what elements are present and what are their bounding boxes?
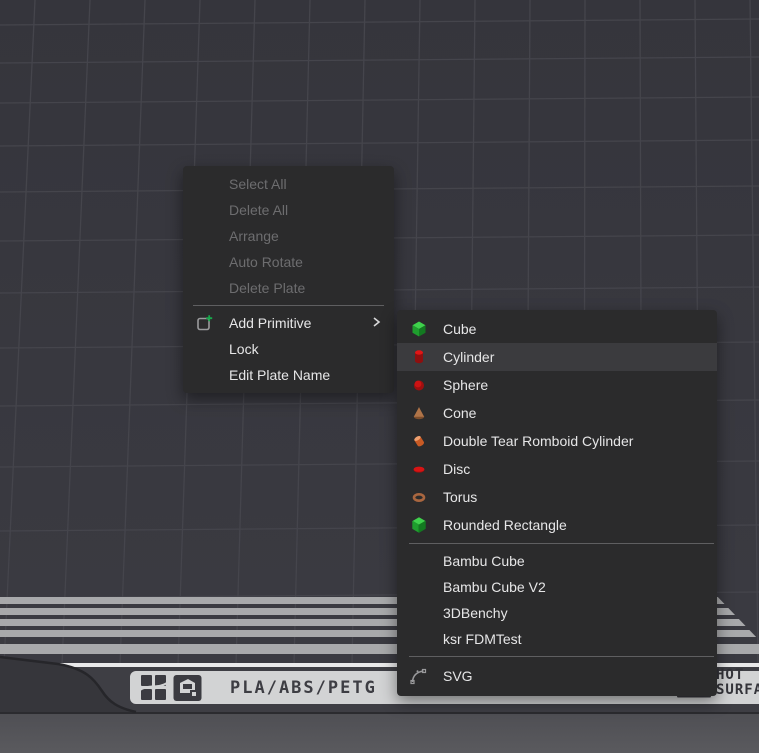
submenu-item-label: Torus	[443, 489, 477, 505]
submenu-chevron-icon	[370, 315, 382, 331]
sphere-icon	[409, 375, 429, 395]
add-primitive-submenu: Cube Cylinder Sphere	[397, 310, 717, 696]
submenu-item-double-tear-romboid-cylinder[interactable]: Double Tear Romboid Cylinder	[397, 427, 717, 455]
viewport-floor	[0, 712, 759, 753]
submenu-item-label: SVG	[443, 668, 473, 684]
menu-item-label: Auto Rotate	[229, 254, 303, 270]
hot-surface-line1: HOT	[716, 668, 759, 683]
submenu-item-label: 3DBenchy	[443, 605, 508, 621]
menu-item-add-primitive[interactable]: Add Primitive	[183, 310, 394, 336]
menu-item-label: Delete All	[229, 202, 288, 218]
torus-icon	[409, 487, 429, 507]
submenu-item-label: Disc	[443, 461, 470, 477]
menu-item-label: Select All	[229, 176, 287, 192]
menu-item-delete-all[interactable]: Delete All	[183, 197, 394, 223]
romboid-cylinder-icon	[409, 431, 429, 451]
plate-material-label: PLA/ABS/PETG	[230, 678, 377, 698]
menu-item-label: Arrange	[229, 228, 279, 244]
submenu-item-3dbenchy[interactable]: 3DBenchy	[397, 600, 717, 626]
submenu-item-torus[interactable]: Torus	[397, 483, 717, 511]
submenu-item-label: Bambu Cube V2	[443, 579, 546, 595]
submenu-item-svg[interactable]: SVG	[397, 661, 717, 691]
menu-item-delete-plate[interactable]: Delete Plate	[183, 275, 394, 301]
cone-icon	[409, 403, 429, 423]
submenu-item-cube[interactable]: Cube	[397, 315, 717, 343]
cylinder-icon	[409, 347, 429, 367]
disc-icon	[409, 459, 429, 479]
submenu-item-cylinder[interactable]: Cylinder	[397, 343, 717, 371]
submenu-separator	[409, 543, 714, 544]
submenu-item-label: Bambu Cube	[443, 553, 525, 569]
submenu-separator	[409, 656, 714, 657]
menu-item-auto-rotate[interactable]: Auto Rotate	[183, 249, 394, 275]
hot-surface-line2: SURFACE	[716, 683, 759, 698]
menu-item-label: Delete Plate	[229, 280, 305, 296]
submenu-item-rounded-rectangle[interactable]: Rounded Rectangle	[397, 511, 717, 539]
slicer-3d-viewport[interactable]: PLA/ABS/PETG HOT SURFACE Select All Dele…	[0, 0, 759, 753]
submenu-item-label: Rounded Rectangle	[443, 517, 567, 533]
submenu-item-sphere[interactable]: Sphere	[397, 371, 717, 399]
submenu-item-label: Cube	[443, 321, 476, 337]
cube-icon	[409, 319, 429, 339]
menu-item-edit-plate-name[interactable]: Edit Plate Name	[183, 362, 394, 388]
add-primitive-icon	[195, 313, 215, 333]
submenu-item-bambu-cube-v2[interactable]: Bambu Cube V2	[397, 574, 717, 600]
menu-item-label: Add Primitive	[229, 315, 311, 331]
submenu-item-label: Double Tear Romboid Cylinder	[443, 433, 633, 449]
bezier-curve-icon	[409, 666, 429, 686]
submenu-item-label: Sphere	[443, 377, 488, 393]
menu-separator	[193, 305, 384, 306]
bambu-lab-logo	[140, 674, 167, 701]
submenu-item-disc[interactable]: Disc	[397, 455, 717, 483]
menu-item-arrange[interactable]: Arrange	[183, 223, 394, 249]
menu-item-label: Lock	[229, 341, 259, 357]
menu-item-select-all[interactable]: Select All	[183, 171, 394, 197]
plate-brand-logo	[173, 674, 202, 702]
submenu-item-bambu-cube[interactable]: Bambu Cube	[397, 548, 717, 574]
submenu-item-label: Cone	[443, 405, 476, 421]
submenu-item-cone[interactable]: Cone	[397, 399, 717, 427]
rounded-rectangle-icon	[409, 515, 429, 535]
menu-item-label: Edit Plate Name	[229, 367, 330, 383]
submenu-item-label: Cylinder	[443, 349, 494, 365]
submenu-item-label: ksr FDMTest	[443, 631, 522, 647]
menu-item-lock[interactable]: Lock	[183, 336, 394, 362]
submenu-item-ksr-fdmtest[interactable]: ksr FDMTest	[397, 626, 717, 652]
plate-context-menu: Select All Delete All Arrange Auto Rotat…	[183, 166, 394, 393]
